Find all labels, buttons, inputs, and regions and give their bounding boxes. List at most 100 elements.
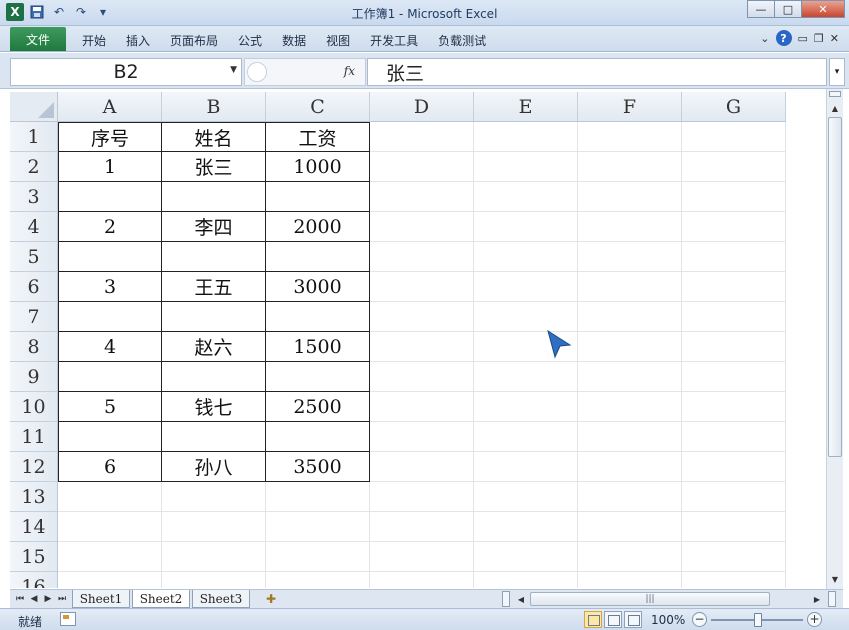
zoom-out-icon[interactable]: − xyxy=(692,612,707,627)
cell-e12[interactable] xyxy=(474,452,578,482)
cell-b1[interactable]: 姓名 xyxy=(162,122,266,152)
row-header-2[interactable]: 2 xyxy=(10,152,58,182)
cell-f7[interactable] xyxy=(578,302,682,332)
cell-e13[interactable] xyxy=(474,482,578,512)
cell-a15[interactable] xyxy=(58,542,162,572)
cell-f5[interactable] xyxy=(578,242,682,272)
scroll-up-icon[interactable]: ▲ xyxy=(828,100,842,116)
cell-a3[interactable] xyxy=(58,182,162,212)
cell-d4[interactable] xyxy=(370,212,474,242)
vertical-scrollbar[interactable]: ▲ ▼ xyxy=(826,89,843,589)
tab-view[interactable]: 视图 xyxy=(316,32,360,49)
vertical-split-handle[interactable] xyxy=(829,91,841,97)
cell-e1[interactable] xyxy=(474,122,578,152)
cell-c5[interactable] xyxy=(266,242,370,272)
formula-cancel-icon[interactable] xyxy=(247,62,267,82)
cell-c13[interactable] xyxy=(266,482,370,512)
cell-e2[interactable] xyxy=(474,152,578,182)
insert-sheet-icon[interactable]: ✚ xyxy=(260,591,282,607)
cell-f2[interactable] xyxy=(578,152,682,182)
row-header-11[interactable]: 11 xyxy=(10,422,58,452)
cell-g16[interactable] xyxy=(682,572,786,588)
cell-e15[interactable] xyxy=(474,542,578,572)
page-layout-view-icon[interactable] xyxy=(604,611,622,628)
row-header-13[interactable]: 13 xyxy=(10,482,58,512)
tab-file[interactable]: 文件 xyxy=(10,27,66,51)
cell-c8[interactable]: 1500 xyxy=(266,332,370,362)
vertical-scroll-thumb[interactable] xyxy=(828,117,842,457)
cell-b11[interactable] xyxy=(162,422,266,452)
cell-c3[interactable] xyxy=(266,182,370,212)
cell-b9[interactable] xyxy=(162,362,266,392)
cell-d13[interactable] xyxy=(370,482,474,512)
cell-f1[interactable] xyxy=(578,122,682,152)
cell-g10[interactable] xyxy=(682,392,786,422)
cell-d11[interactable] xyxy=(370,422,474,452)
cell-a13[interactable] xyxy=(58,482,162,512)
last-sheet-icon[interactable]: ⏭ xyxy=(56,592,68,606)
cell-d6[interactable] xyxy=(370,272,474,302)
chevron-down-icon[interactable]: ▼ xyxy=(230,65,237,75)
cell-g6[interactable] xyxy=(682,272,786,302)
tab-home[interactable]: 开始 xyxy=(72,32,116,49)
column-header-g[interactable]: G xyxy=(682,92,786,122)
cell-g5[interactable] xyxy=(682,242,786,272)
row-header-3[interactable]: 3 xyxy=(10,182,58,212)
cell-e5[interactable] xyxy=(474,242,578,272)
column-header-e[interactable]: E xyxy=(474,92,578,122)
workbook-minimize-icon[interactable]: ▭ xyxy=(798,32,808,45)
cell-f10[interactable] xyxy=(578,392,682,422)
cell-b13[interactable] xyxy=(162,482,266,512)
cell-g15[interactable] xyxy=(682,542,786,572)
cell-b7[interactable] xyxy=(162,302,266,332)
cell-f12[interactable] xyxy=(578,452,682,482)
name-box[interactable]: B2 ▼ xyxy=(10,58,242,86)
cell-c4[interactable]: 2000 xyxy=(266,212,370,242)
cell-e11[interactable] xyxy=(474,422,578,452)
cell-b4[interactable]: 李四 xyxy=(162,212,266,242)
row-header-15[interactable]: 15 xyxy=(10,542,58,572)
cell-a5[interactable] xyxy=(58,242,162,272)
cell-e7[interactable] xyxy=(474,302,578,332)
cell-a11[interactable] xyxy=(58,422,162,452)
cell-d9[interactable] xyxy=(370,362,474,392)
row-header-1[interactable]: 1 xyxy=(10,122,58,152)
sheet-tab-sheet2[interactable]: Sheet2 xyxy=(132,590,190,608)
cell-e3[interactable] xyxy=(474,182,578,212)
tab-developer[interactable]: 开发工具 xyxy=(360,32,428,49)
row-header-10[interactable]: 10 xyxy=(10,392,58,422)
cell-d16[interactable] xyxy=(370,572,474,588)
cell-b14[interactable] xyxy=(162,512,266,542)
cell-c1[interactable]: 工资 xyxy=(266,122,370,152)
cell-g4[interactable] xyxy=(682,212,786,242)
cell-f16[interactable] xyxy=(578,572,682,588)
cell-c10[interactable]: 2500 xyxy=(266,392,370,422)
cell-c12[interactable]: 3500 xyxy=(266,452,370,482)
cell-b16[interactable] xyxy=(162,572,266,588)
cell-a1[interactable]: 序号 xyxy=(58,122,162,152)
row-header-9[interactable]: 9 xyxy=(10,362,58,392)
tab-insert[interactable]: 插入 xyxy=(116,32,160,49)
zoom-level[interactable]: 100% xyxy=(651,613,685,627)
row-header-8[interactable]: 8 xyxy=(10,332,58,362)
cell-b12[interactable]: 孙八 xyxy=(162,452,266,482)
formula-input[interactable]: 张三 xyxy=(367,58,827,86)
help-icon[interactable]: ? xyxy=(775,30,792,46)
column-header-d[interactable]: D xyxy=(370,92,474,122)
formula-expand-icon[interactable]: ▾ xyxy=(829,58,845,86)
cell-g14[interactable] xyxy=(682,512,786,542)
cell-b8[interactable]: 赵六 xyxy=(162,332,266,362)
workbook-restore-icon[interactable]: ❐ xyxy=(814,32,824,45)
row-header-5[interactable]: 5 xyxy=(10,242,58,272)
cell-g8[interactable] xyxy=(682,332,786,362)
cell-g9[interactable] xyxy=(682,362,786,392)
cell-e4[interactable] xyxy=(474,212,578,242)
page-break-view-icon[interactable] xyxy=(624,611,642,628)
first-sheet-icon[interactable]: ⏮ xyxy=(14,592,26,606)
sheet-tab-sheet1[interactable]: Sheet1 xyxy=(72,590,130,608)
row-header-6[interactable]: 6 xyxy=(10,272,58,302)
cell-b15[interactable] xyxy=(162,542,266,572)
cell-d8[interactable] xyxy=(370,332,474,362)
maximize-button[interactable]: □ xyxy=(774,0,802,18)
cell-c15[interactable] xyxy=(266,542,370,572)
